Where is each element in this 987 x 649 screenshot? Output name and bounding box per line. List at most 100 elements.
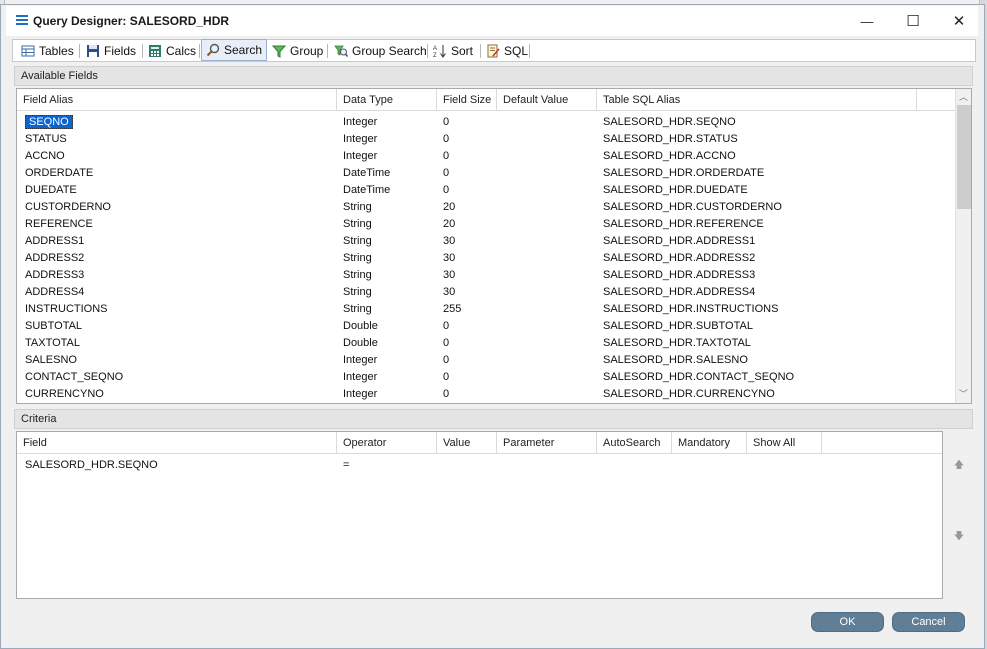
tab-sort[interactable]: AZ Sort <box>429 40 477 61</box>
available-fields-header: Available Fields <box>14 66 973 86</box>
column-header-default-value[interactable]: Default Value <box>497 89 597 111</box>
tab-search[interactable]: Search <box>201 39 268 61</box>
cancel-button[interactable]: Cancel <box>892 612 965 632</box>
move-up-icon[interactable]: 🡅 <box>953 458 965 471</box>
cell-parameter[interactable] <box>495 456 511 473</box>
cell-value[interactable] <box>435 456 451 473</box>
svg-text:Z: Z <box>433 53 437 58</box>
table-row[interactable]: ADDRESS3 String 30 SALESORD_HDR.ADDRESS3 <box>17 266 955 283</box>
cell-field-size-text: 30 <box>443 286 456 298</box>
cell-data-type: DateTime <box>335 164 398 181</box>
scroll-down-icon[interactable]: ﹀ <box>956 387 971 402</box>
maximize-icon: ☐ <box>906 13 920 30</box>
cell-mandatory[interactable] <box>670 456 686 473</box>
close-button[interactable]: ✕ <box>936 6 982 36</box>
column-header-data-type[interactable]: Data Type <box>337 89 437 111</box>
move-down-icon[interactable]: 🡇 <box>953 529 965 542</box>
table-row[interactable]: ADDRESS4 String 30 SALESORD_HDR.ADDRESS4 <box>17 283 955 300</box>
tab-calcs[interactable]: Calcs <box>144 40 200 61</box>
cell-data-type-text: String <box>343 269 372 281</box>
cell-data-type: Integer <box>335 385 385 402</box>
tab-group-search[interactable]: Group Search <box>330 40 431 61</box>
cell-field-size-text: 30 <box>443 269 456 281</box>
cell-field[interactable]: SALESORD_HDR.SEQNO <box>17 456 166 473</box>
save-disk-icon <box>86 44 100 58</box>
column-header-field[interactable]: Field <box>17 432 337 454</box>
tab-tables[interactable]: Tables <box>17 40 78 61</box>
cell-default-value <box>495 351 511 368</box>
tab-label: SQL <box>504 43 529 58</box>
table-row[interactable]: CONTACT_SEQNO Integer 0 SALESORD_HDR.CONTAC… <box>17 368 955 385</box>
table-row[interactable]: SALESORD_HDR.SEQNO = <box>17 456 942 473</box>
tab-separator <box>480 44 481 58</box>
table-row[interactable]: STATUS Integer 0 SALESORD_HDR.STATUS <box>17 130 955 147</box>
cell-table-sql-alias-text: SALESORD_HDR.SUBTOTAL <box>603 320 753 332</box>
cell-field-alias: SEQNO <box>17 113 81 130</box>
tab-label: Tables <box>39 43 74 58</box>
table-row[interactable]: SUBTOTAL Double 0 SALESORD_HDR.SUBTOTAL <box>17 317 955 334</box>
table-row[interactable]: CUSTORDERNO String 20 SALESORD_HDR.CUSTORDE… <box>17 198 955 215</box>
table-row[interactable]: SEQNO Integer 0 SALESORD_HDR.SEQNO <box>17 113 955 130</box>
grid-header: Field Operator Value Parameter AutoSearc… <box>17 432 942 454</box>
cell-table-sql-alias: SALESORD_HDR.CUSTORDERNO <box>595 198 790 215</box>
column-header-show-all[interactable]: Show All <box>747 432 822 454</box>
scroll-up-icon[interactable]: ︿ <box>956 90 971 105</box>
cell-table-sql-alias-text: SALESORD_HDR.STATUS <box>603 133 738 145</box>
column-header-table-sql-alias[interactable]: Table SQL Alias <box>597 89 917 111</box>
cell-operator[interactable]: = <box>335 456 357 473</box>
cell-default-value <box>495 113 511 130</box>
cell-table-sql-alias: SALESORD_HDR.ADDRESS1 <box>595 232 763 249</box>
cell-table-sql-alias: SALESORD_HDR.REFERENCE <box>595 215 772 232</box>
cell-default-value <box>495 300 511 317</box>
ok-button[interactable]: OK <box>811 612 884 632</box>
menu-lines-icon[interactable] <box>16 15 28 25</box>
cell-field-size-text: 30 <box>443 235 456 247</box>
table-row[interactable]: INSTRUCTIONS String 255 SALESORD_HDR.INSTRU… <box>17 300 955 317</box>
column-header-parameter[interactable]: Parameter <box>497 432 597 454</box>
tab-label: Group Search <box>352 43 427 58</box>
cell-field-size-text: 30 <box>443 252 456 264</box>
cell-autosearch[interactable] <box>595 456 611 473</box>
maximize-button[interactable]: ☐ <box>890 6 936 36</box>
cell-field-size: 255 <box>435 300 469 317</box>
cell-default-value <box>495 215 511 232</box>
cell-table-sql-alias-text: SALESORD_HDR.ADDRESS3 <box>603 269 756 281</box>
table-row[interactable]: CURRENCYNO Integer 0 SALESORD_HDR.CURRENCYN… <box>17 385 955 402</box>
column-header-field-alias[interactable]: Field Alias <box>17 89 337 111</box>
cell-table-sql-alias-text: SALESORD_HDR.CONTACT_SEQNO <box>603 371 795 383</box>
table-row[interactable]: ACCNO Integer 0 SALESORD_HDR.ACCNO <box>17 147 955 164</box>
scroll-thumb[interactable] <box>957 105 971 209</box>
cell-field-size: 30 <box>435 232 463 249</box>
cell-data-type: Integer <box>335 130 385 147</box>
tab-sql[interactable]: SQL <box>482 40 532 61</box>
cell-show-all[interactable] <box>745 456 761 473</box>
table-row[interactable]: TAXTOTAL Double 0 SALESORD_HDR.TAXTOTAL <box>17 334 955 351</box>
table-row[interactable]: ADDRESS2 String 30 SALESORD_HDR.ADDRESS2 <box>17 249 955 266</box>
cell-table-sql-alias: SALESORD_HDR.STATUS <box>595 130 746 147</box>
cell-field-alias: TAXTOTAL <box>17 334 88 351</box>
table-row[interactable]: DUEDATE DateTime 0 SALESORD_HDR.DUEDATE <box>17 181 955 198</box>
column-header-operator[interactable]: Operator <box>337 432 437 454</box>
table-row[interactable]: REFERENCE String 20 SALESORD_HDR.REFERENCE <box>17 215 955 232</box>
cell-data-type-text: String <box>343 286 372 298</box>
table-row[interactable]: ADDRESS1 String 30 SALESORD_HDR.ADDRESS1 <box>17 232 955 249</box>
column-header-value[interactable]: Value <box>437 432 497 454</box>
cell-field-size: 0 <box>435 147 457 164</box>
tab-group[interactable]: Group <box>268 40 327 61</box>
cell-default-value <box>495 385 511 402</box>
cell-table-sql-alias-text: SALESORD_HDR.ORDERDATE <box>603 167 765 179</box>
tab-fields[interactable]: Fields <box>82 40 140 61</box>
column-header-autosearch[interactable]: AutoSearch <box>597 432 672 454</box>
table-row[interactable]: SALESNO Integer 0 SALESORD_HDR.SALESNO <box>17 351 955 368</box>
minimize-button[interactable]: — <box>844 6 890 36</box>
tab-label: Search <box>224 43 263 57</box>
table-row[interactable]: ORDERDATE DateTime 0 SALESORD_HDR.ORDERDATE <box>17 164 955 181</box>
cell-field-alias: STATUS <box>17 130 75 147</box>
criteria-grid: Field Operator Value Parameter AutoSearc… <box>16 431 943 599</box>
column-header-field-size[interactable]: Field Size <box>437 89 497 111</box>
column-header-mandatory[interactable]: Mandatory <box>672 432 747 454</box>
cell-table-sql-alias: SALESORD_HDR.CONTACT_SEQNO <box>595 368 802 385</box>
vertical-scrollbar[interactable]: ︿ ﹀ <box>955 89 971 403</box>
cell-data-type: String <box>335 215 380 232</box>
cell-field-alias: DUEDATE <box>17 181 85 198</box>
